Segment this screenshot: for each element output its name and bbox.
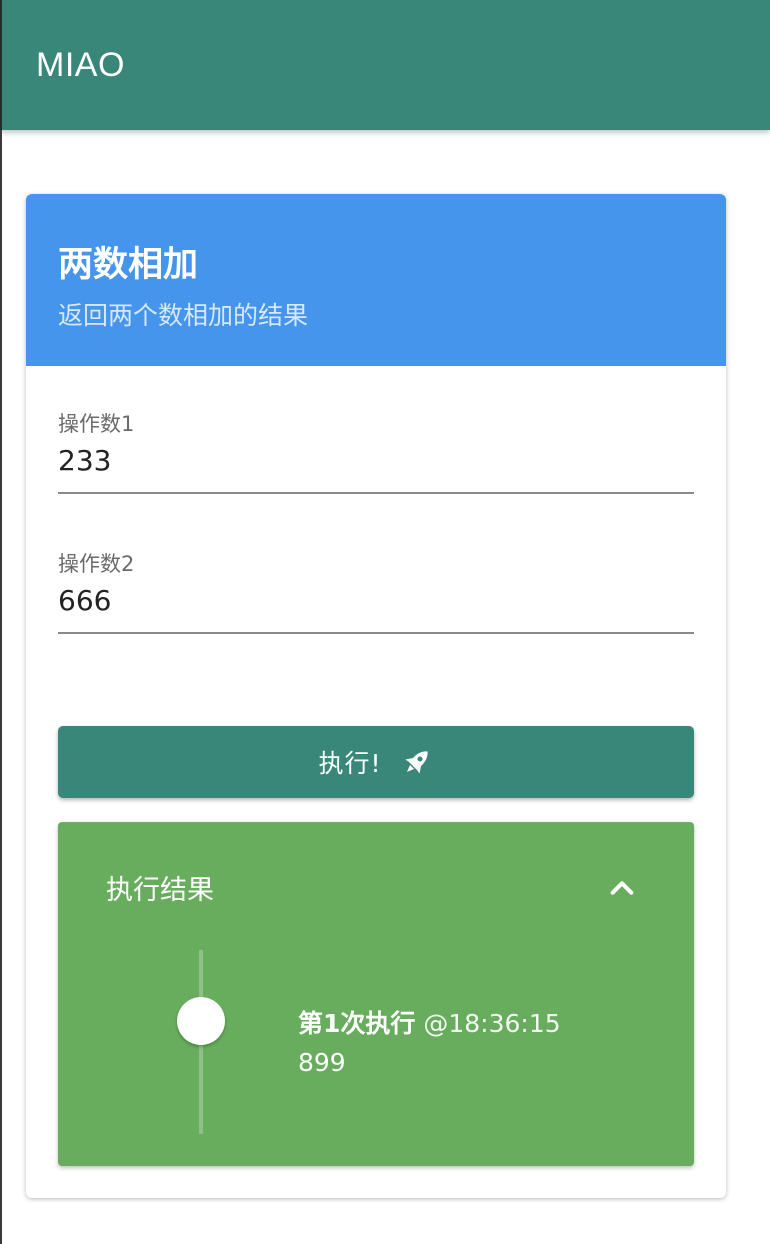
timeline-entry-title: 第1次执行	[298, 1009, 416, 1038]
function-card: 两数相加 返回两个数相加的结果 操作数1 操作数2 执行!	[26, 194, 726, 1198]
operand2-underline	[58, 632, 694, 634]
operand1-field: 操作数1	[58, 408, 694, 498]
timeline-entry-header: 第1次执行 @18:36:15	[298, 1004, 561, 1040]
operand2-label: 操作数2	[58, 552, 135, 576]
result-title: 执行结果	[106, 875, 214, 906]
card-title: 两数相加	[58, 245, 199, 285]
app-bar: MIAO	[0, 0, 770, 130]
card-subtitle: 返回两个数相加的结果	[58, 301, 309, 330]
window-edge	[0, 130, 2, 1244]
operand2-field: 操作数2	[58, 548, 694, 638]
card-header: 两数相加 返回两个数相加的结果	[26, 194, 726, 366]
rocket-icon	[400, 745, 434, 779]
result-panel-header[interactable]: 执行结果	[58, 822, 694, 950]
operand1-underline	[58, 492, 694, 494]
execute-button-label: 执行!	[318, 749, 382, 778]
execute-button[interactable]: 执行!	[58, 726, 694, 798]
chevron-up-icon[interactable]	[606, 872, 638, 904]
timeline-entry-value: 899	[298, 1048, 346, 1077]
app-title: MIAO	[36, 45, 125, 84]
timeline-dot	[177, 997, 225, 1045]
operand2-input[interactable]	[58, 580, 694, 620]
operand1-label: 操作数1	[58, 412, 135, 436]
timeline-entry-time: @18:36:15	[423, 1009, 561, 1038]
operand1-input[interactable]	[58, 440, 694, 480]
result-panel: 执行结果 第1次执行 @18:36:15 899	[58, 822, 694, 1166]
